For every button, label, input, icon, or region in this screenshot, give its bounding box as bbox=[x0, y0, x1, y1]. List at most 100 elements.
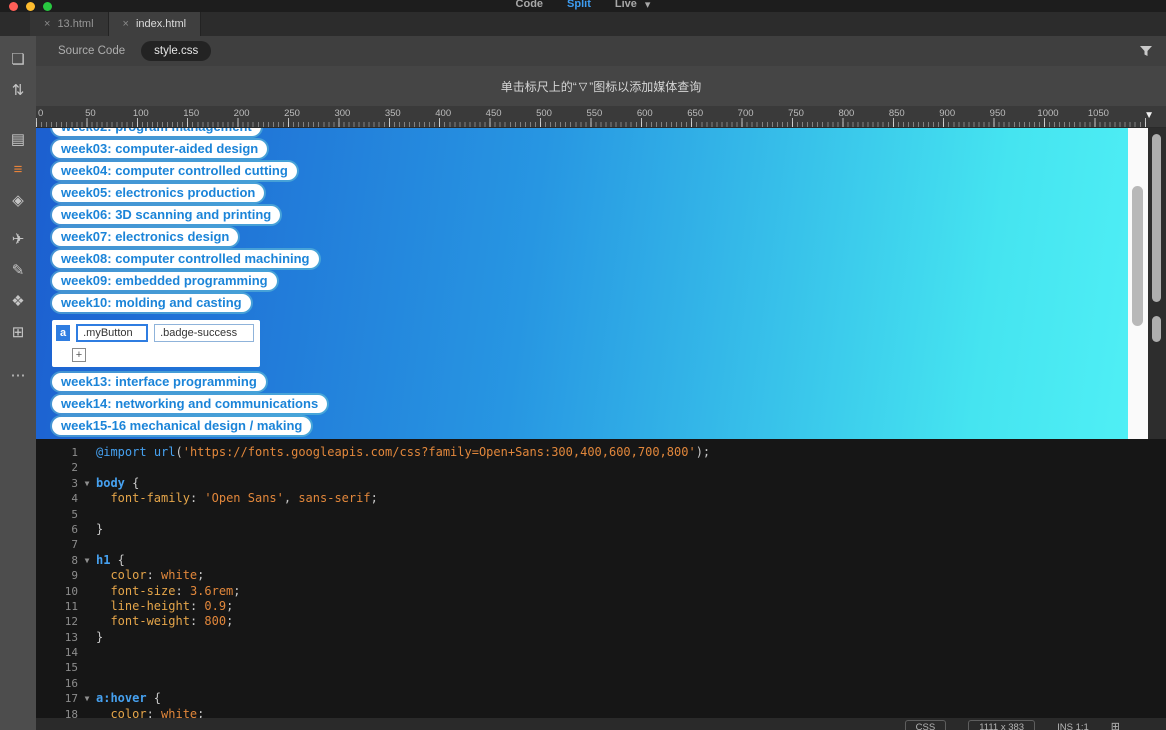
code-text: @import url('https://fonts.googleapis.co… bbox=[96, 445, 711, 459]
format-source-icon[interactable]: ≡ bbox=[0, 161, 36, 178]
tab-13-html[interactable]: × 13.html bbox=[30, 12, 109, 36]
zoom-window-button[interactable] bbox=[43, 2, 52, 11]
document-scrollbar-thumb[interactable] bbox=[1152, 134, 1161, 302]
code-view-button[interactable]: Code bbox=[516, 0, 544, 11]
preview-link-row: week04: computer controlled cutting bbox=[52, 162, 1128, 180]
styles-icon[interactable]: ✎ bbox=[0, 261, 36, 279]
extract-icon[interactable]: ◈ bbox=[0, 191, 36, 209]
related-file-source-code[interactable]: Source Code bbox=[58, 45, 125, 57]
code-fold-arrow-icon[interactable]: ▼ bbox=[78, 476, 96, 491]
preview-scrollbar[interactable] bbox=[1128, 128, 1148, 439]
code-line[interactable]: 2 bbox=[36, 460, 1166, 475]
preview-week-link[interactable]: week15-16 mechanical design / making bbox=[52, 417, 312, 435]
split-view-button[interactable]: Split bbox=[567, 0, 591, 11]
code-line[interactable]: 3 ▼ body { bbox=[36, 476, 1166, 491]
class-field-badge-success[interactable]: .badge-success bbox=[154, 324, 255, 342]
add-media-query-marker-icon[interactable]: ▼ bbox=[1144, 110, 1154, 121]
preview-week-link[interactable]: week14: networking and communications bbox=[52, 395, 328, 413]
code-fold-arrow-icon[interactable]: ▼ bbox=[78, 691, 96, 706]
code-line[interactable]: 11 line-height: 0.9; bbox=[36, 599, 1166, 614]
code-line[interactable]: 9 color: white; bbox=[36, 568, 1166, 583]
ruler-label: 500 bbox=[536, 108, 552, 119]
code-line[interactable]: 12 font-weight: 800; bbox=[36, 614, 1166, 629]
ruler-label: 950 bbox=[989, 108, 1006, 119]
preview-week-link[interactable]: week04: computer controlled cutting bbox=[52, 162, 297, 180]
code-line[interactable]: 10 font-size: 3.6rem; bbox=[36, 584, 1166, 599]
line-number: 8 bbox=[71, 553, 78, 567]
preview-link-row: week10: molding and casting bbox=[52, 294, 1128, 312]
snippets-icon[interactable]: ▤ bbox=[0, 130, 36, 148]
code-fold-spacer bbox=[78, 522, 96, 537]
preview-week-link[interactable]: week02: program management bbox=[52, 128, 261, 136]
preview-week-link[interactable]: week07: electronics design bbox=[52, 228, 239, 246]
more-options-icon[interactable]: ⋯ bbox=[0, 366, 36, 384]
code-fold-spacer bbox=[78, 599, 96, 614]
code-line[interactable]: 14 bbox=[36, 645, 1166, 660]
ruler-label: 550 bbox=[586, 108, 603, 119]
ruler-label: 600 bbox=[636, 108, 653, 119]
files-icon[interactable]: ❏ bbox=[0, 50, 36, 68]
window-size-selector[interactable]: 1111 x 383 bbox=[968, 720, 1036, 730]
preview-week-link[interactable]: week13: interface programming bbox=[52, 373, 266, 391]
related-file-style-css[interactable]: style.css bbox=[141, 41, 212, 61]
code-line[interactable]: 17 ▼ a:hover { bbox=[36, 691, 1166, 706]
code-line[interactable]: 13} bbox=[36, 630, 1166, 645]
preview-week-link[interactable]: week09: embedded programming bbox=[52, 272, 277, 290]
code-line[interactable]: 8 ▼ h1 { bbox=[36, 553, 1166, 568]
preview-week-link[interactable]: week10: molding and casting bbox=[52, 294, 251, 312]
code-editor[interactable]: 1 @import url('https://fonts.googleapis.c… bbox=[36, 439, 1166, 718]
document-scrollbar-thumb[interactable] bbox=[1152, 316, 1161, 342]
code-line[interactable]: 7 bbox=[36, 537, 1166, 552]
code-line[interactable]: 5 bbox=[36, 507, 1166, 522]
preview-week-link[interactable]: week05: electronics production bbox=[52, 184, 265, 202]
ruler-label: 250 bbox=[284, 108, 300, 119]
preview-link-row: week13: interface programming bbox=[52, 373, 1128, 391]
code-text: a:hover { bbox=[96, 691, 162, 706]
titlebar: Code Split Live ▾ bbox=[0, 0, 1166, 12]
code-text: font-weight: 800; bbox=[110, 614, 234, 629]
code-line[interactable]: 1 @import url('https://fonts.googleapis.c… bbox=[36, 445, 1166, 460]
comments-icon[interactable]: ❖ bbox=[0, 292, 36, 310]
minimize-window-button[interactable] bbox=[26, 2, 35, 11]
line-number: 17 bbox=[64, 692, 78, 706]
tab-index-html[interactable]: × index.html bbox=[108, 12, 202, 36]
reports-icon[interactable]: ⊞ bbox=[0, 323, 36, 341]
preview-link-row: week06: 3D scanning and printing bbox=[52, 206, 1128, 224]
code-text: body { bbox=[96, 475, 140, 490]
file-sync-icon[interactable]: ⇅ bbox=[0, 81, 36, 99]
code-fold-arrow-icon[interactable]: ▼ bbox=[78, 553, 96, 568]
ruler-label: 650 bbox=[687, 108, 704, 119]
media-query-filter-icon[interactable] bbox=[1139, 45, 1153, 57]
grid-icon[interactable]: ⊞ bbox=[1111, 720, 1120, 730]
code-line[interactable]: 18 color: white; bbox=[36, 707, 1166, 718]
ruler[interactable]: 0 50 100 150 200 250 300 350 400 450 500 550 600 650 7… bbox=[36, 106, 1166, 128]
preview-week-link[interactable]: week08: computer controlled machining bbox=[52, 250, 319, 268]
code-line[interactable]: 6} bbox=[36, 522, 1166, 537]
preview-scrollbar-thumb[interactable] bbox=[1132, 186, 1143, 326]
ruler-label: 700 bbox=[737, 108, 754, 119]
class-field-mybutton[interactable]: .myButton bbox=[76, 324, 149, 342]
doc-type-indicator[interactable]: CSS bbox=[904, 720, 947, 730]
code-line[interactable]: 16 bbox=[36, 676, 1166, 691]
code-line[interactable]: 15 bbox=[36, 660, 1166, 675]
element-tag-chip[interactable]: a bbox=[56, 325, 71, 341]
code-fold-spacer bbox=[78, 445, 96, 460]
close-tab-icon[interactable]: × bbox=[44, 18, 50, 30]
document-scrollbar[interactable] bbox=[1148, 128, 1166, 439]
code-text: } bbox=[96, 629, 104, 644]
line-number: 16 bbox=[64, 676, 78, 690]
code-line[interactable]: 4 font-family: 'Open Sans', sans-serif; bbox=[36, 491, 1166, 506]
code-text: line-height: 0.9; bbox=[110, 598, 234, 613]
add-class-button[interactable]: + bbox=[72, 348, 86, 362]
live-view-caret-icon[interactable]: ▾ bbox=[645, 0, 651, 11]
close-window-button[interactable] bbox=[9, 2, 18, 11]
preview-week-link[interactable]: week06: 3D scanning and printing bbox=[52, 206, 281, 224]
close-tab-icon[interactable]: × bbox=[123, 18, 129, 30]
preview-week-link[interactable]: week03: computer-aided design bbox=[52, 140, 268, 158]
ruler-label: 450 bbox=[485, 108, 502, 119]
code-fold-spacer bbox=[78, 707, 96, 718]
code-text: } bbox=[96, 521, 104, 536]
code-fold-spacer bbox=[78, 630, 96, 645]
live-view-button[interactable]: Live bbox=[615, 0, 637, 11]
insert-icon[interactable]: ✈ bbox=[0, 230, 36, 248]
